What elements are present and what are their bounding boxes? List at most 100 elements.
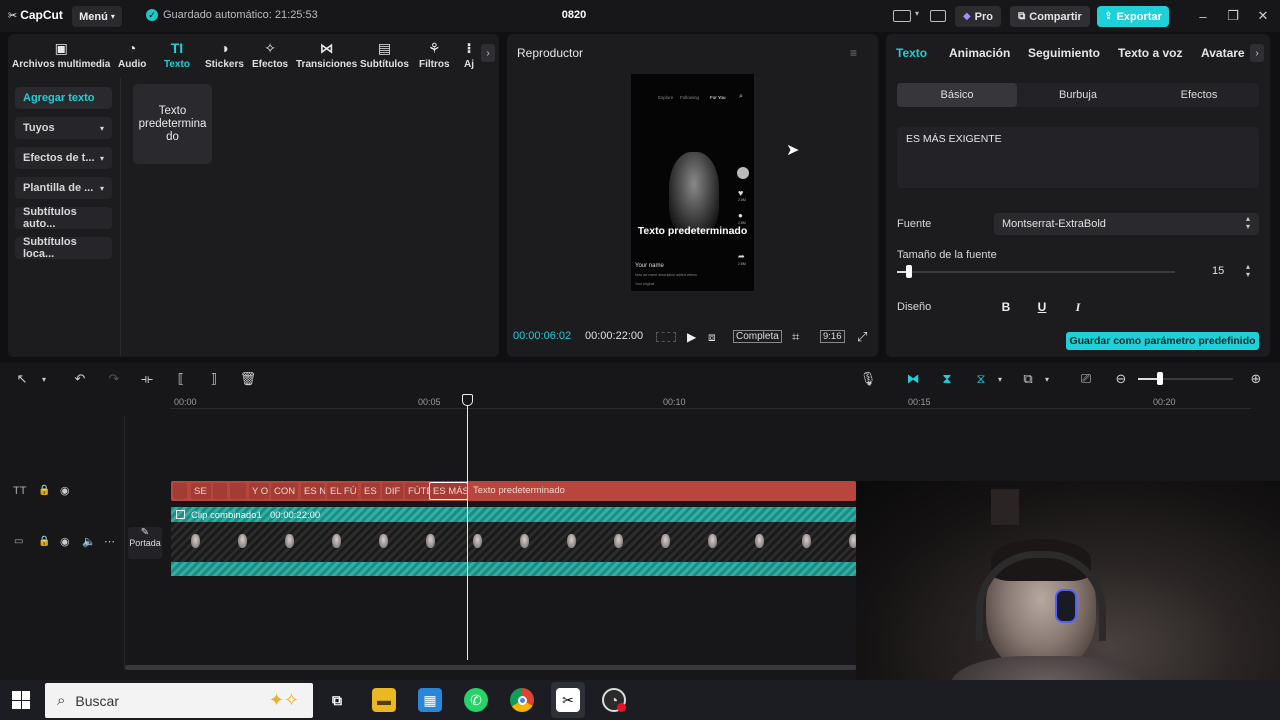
sidebar-item-yours[interactable]: Tuyos ▾ (15, 117, 112, 139)
capcut-taskbar-icon[interactable]: ✂ (556, 688, 580, 712)
edit-frame-icon[interactable]: ⧈ (708, 330, 716, 345)
more-icon[interactable]: ⋯ (104, 535, 115, 548)
text-segment[interactable]: EL FÚ (327, 483, 358, 499)
bold-button[interactable]: B (996, 298, 1016, 316)
subtab-effects[interactable]: Efectos (1139, 83, 1259, 107)
timeline-scrollbar[interactable] (125, 665, 857, 670)
text-segment[interactable] (213, 483, 227, 499)
snapshot-icon[interactable]: ⌗ (792, 329, 799, 345)
text-segment-default[interactable]: Texto predeterminado (473, 485, 565, 496)
toolbar-media[interactable]: ▣ Archivos multimedia (12, 40, 110, 70)
ratio-button[interactable]: 9:16 (820, 330, 845, 343)
chevron-down-icon[interactable]: ▾ (36, 371, 52, 387)
taskbar-search[interactable]: ⌕ Buscar ✦✧ (45, 683, 313, 718)
split-screen-icon[interactable]: ⧉ (1020, 371, 1036, 387)
text-segment[interactable] (173, 483, 187, 499)
chevron-down-icon[interactable]: ▾ (992, 371, 1008, 387)
default-text-card[interactable]: Texto predetermina do (133, 84, 212, 164)
zoom-slider-track[interactable] (1138, 378, 1233, 380)
font-size-slider-track[interactable] (897, 271, 1175, 273)
hamburger-icon[interactable]: ≡ (850, 46, 857, 60)
file-explorer-icon[interactable]: ▬ (372, 688, 396, 712)
italic-button[interactable]: I (1068, 298, 1088, 316)
toolbar-subtitles[interactable]: ▤ Subtítulos (360, 40, 409, 70)
layout-icon[interactable] (893, 10, 911, 22)
stepper-icon[interactable]: ▴ ▾ (1246, 215, 1250, 231)
playhead-handle[interactable] (462, 394, 473, 406)
toolbar-stickers[interactable]: ◑ Stickers (205, 40, 244, 70)
microphone-icon[interactable]: 🎙 (860, 371, 877, 387)
chevron-down-icon[interactable]: ▾ (915, 9, 919, 18)
zoom-slider-handle[interactable] (1157, 372, 1163, 385)
auto-snap-icon[interactable]: ⧖ (973, 371, 989, 387)
text-segment[interactable]: Y O (249, 483, 269, 499)
preview-axis-icon[interactable]: ⎚ (1078, 371, 1094, 387)
text-segment[interactable]: DIF (382, 483, 403, 499)
toolbar-effects[interactable]: ✧ Efectos (252, 40, 288, 70)
whatsapp-icon[interactable]: ✆ (464, 688, 488, 712)
tab-text[interactable]: Texto (896, 46, 927, 60)
stepper-icon[interactable]: ▴ ▾ (1246, 263, 1250, 279)
toolbar-adjust[interactable]: ⁝ Aj (464, 40, 474, 70)
store-icon[interactable]: ▦ (418, 688, 442, 712)
split-left-icon[interactable]: ⟦ (173, 371, 189, 387)
tab-text-to-speech[interactable]: Texto a voz (1118, 46, 1182, 60)
save-preset-button[interactable]: Guardar como parámetro predefinido (1066, 332, 1259, 350)
cover-button[interactable]: ✎ Portada (128, 527, 162, 559)
close-icon[interactable]: ✕ (1255, 8, 1271, 24)
font-size-value[interactable]: 15 (1212, 265, 1224, 277)
magnet-icon[interactable]: ⧗ (939, 371, 955, 387)
video-preview[interactable]: Explore Following For You ⌕ Texto predet… (631, 74, 754, 291)
text-content-input[interactable]: ES MÁS EXIGENTE (897, 127, 1259, 188)
undo-icon[interactable]: ↶ (72, 371, 88, 387)
underline-button[interactable]: U (1032, 298, 1052, 316)
subtab-bubble[interactable]: Burbuja (1018, 83, 1138, 107)
pro-button[interactable]: ◆ Pro (955, 6, 1001, 27)
windows-start-icon[interactable] (12, 691, 30, 709)
eye-icon[interactable]: ◉ (60, 484, 70, 497)
quality-button[interactable]: Completa (733, 330, 782, 343)
text-segment[interactable]: CON (271, 483, 298, 499)
text-segment[interactable]: ES N (301, 483, 325, 499)
link-icon[interactable]: ⧓ (905, 371, 921, 387)
toolbar-transitions[interactable]: ⋈ Transiciones (296, 40, 357, 70)
split-icon[interactable]: ⟛ (139, 371, 155, 387)
sidebar-item-auto-subtitles[interactable]: Subtítulos auto... (15, 206, 112, 230)
sidebar-item-text-effects[interactable]: Efectos de t... ▾ (15, 147, 112, 169)
task-view-icon[interactable]: ⧉ (325, 688, 349, 712)
text-segment[interactable]: SE (191, 483, 211, 499)
speaker-icon[interactable]: 🔈 (82, 535, 96, 548)
subtab-basic[interactable]: Básico (897, 83, 1017, 107)
minimize-icon[interactable]: – (1195, 8, 1211, 24)
chrome-icon[interactable] (510, 688, 534, 712)
tab-animation[interactable]: Animación (949, 46, 1010, 60)
text-segment-selected[interactable]: ES MÁS (429, 482, 468, 500)
toolbar-filters[interactable]: ⚘ Filtros (419, 40, 450, 70)
lock-icon[interactable]: 🔒 (38, 485, 50, 496)
sidebar-item-local-subtitles[interactable]: Subtítulos loca... (15, 236, 112, 260)
maximize-icon[interactable]: ❐ (1225, 8, 1241, 24)
chevron-right-icon[interactable]: › (1250, 44, 1264, 62)
sidebar-item-templates[interactable]: Plantilla de ... ▾ (15, 177, 112, 199)
chevron-down-icon[interactable]: ▾ (1039, 371, 1055, 387)
sidebar-item-add-text[interactable]: Agregar texto (15, 87, 112, 109)
split-right-icon[interactable]: ⟧ (206, 371, 222, 387)
text-segment[interactable] (230, 483, 246, 499)
redo-icon[interactable]: ↷ (106, 371, 122, 387)
text-segment[interactable]: FÚTE (405, 483, 429, 499)
shortcuts-icon[interactable] (930, 10, 946, 22)
select-cursor-icon[interactable]: ↖ (14, 371, 30, 387)
zoom-in-icon[interactable]: ⊕ (1248, 371, 1264, 387)
menu-button[interactable]: Menú ▾ (72, 6, 122, 27)
toolbar-audio[interactable]: ◔ Audio (118, 40, 146, 70)
zoom-out-icon[interactable]: ⊖ (1113, 371, 1129, 387)
play-icon[interactable]: ▶ (687, 330, 696, 344)
font-select[interactable]: Montserrat-ExtraBold (994, 213, 1259, 235)
tab-avatars[interactable]: Avatare (1201, 46, 1245, 60)
export-button[interactable]: ⇪ Exportar (1097, 6, 1169, 27)
playhead[interactable] (467, 394, 468, 660)
lock-icon[interactable]: 🔒 (38, 536, 50, 547)
eye-icon[interactable]: ◉ (60, 535, 70, 548)
share-button[interactable]: ⧉ Compartir (1010, 6, 1090, 27)
chevron-right-icon[interactable]: › (481, 44, 495, 62)
